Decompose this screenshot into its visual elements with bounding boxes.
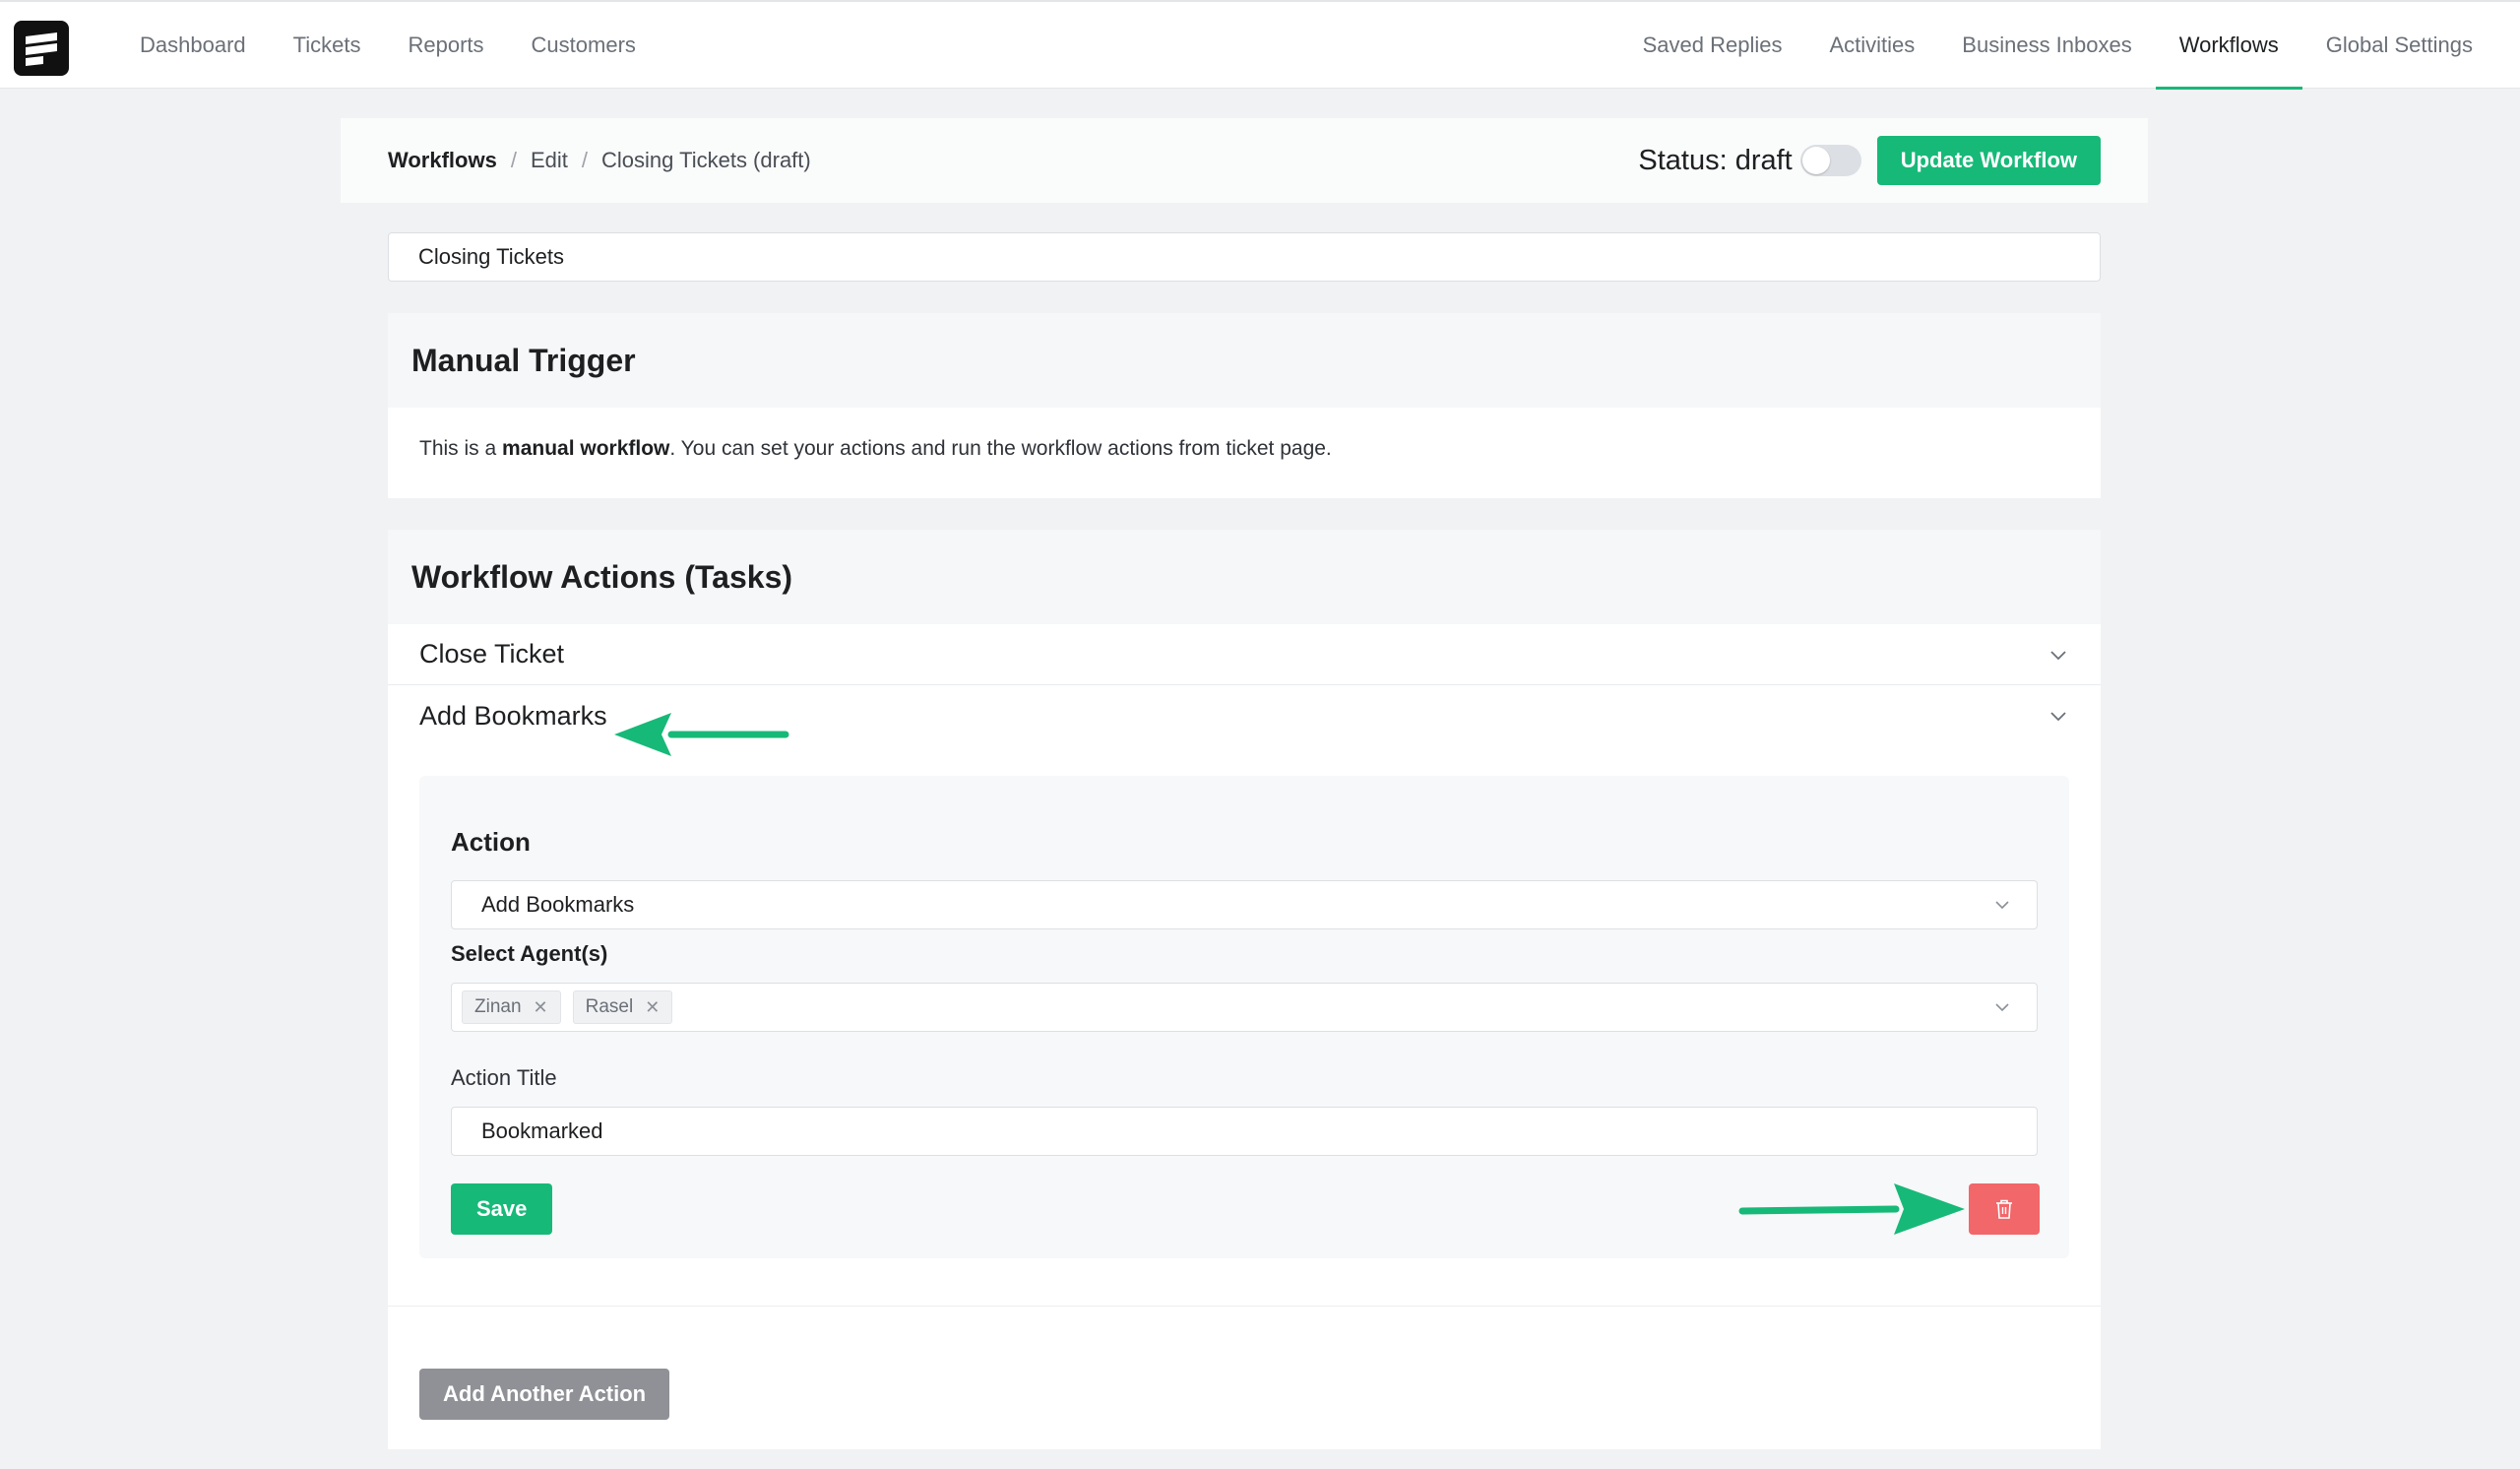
actions-card: Workflow Actions (Tasks) Close Ticket Ad… (388, 530, 2101, 1449)
agent-tag: Rasel ✕ (572, 990, 673, 1024)
chevron-down-icon (2050, 650, 2066, 660)
status-label: Status: draft (1638, 144, 1793, 176)
update-workflow-button[interactable]: Update Workflow (1876, 136, 2101, 185)
action-item-title: Add Bookmarks (419, 700, 607, 731)
top-navigation: Dashboard Tickets Reports Customers Save… (0, 0, 2520, 90)
agent-tag-label: Zinan (474, 996, 522, 1017)
breadcrumb-edit[interactable]: Edit (531, 148, 568, 173)
delete-action-button[interactable] (1969, 1183, 2040, 1235)
header-actions: Status: draft Update Workflow (1638, 136, 2101, 185)
brand-logo-icon[interactable] (14, 21, 69, 76)
action-heading: Action (451, 827, 531, 857)
action-title-label: Action Title (451, 1065, 557, 1090)
save-button[interactable]: Save (451, 1183, 553, 1235)
actions-heading: Workflow Actions (Tasks) (388, 530, 2101, 624)
nav-business-inboxes[interactable]: Business Inboxes (1938, 2, 2155, 89)
nav-workflows[interactable]: Workflows (2155, 2, 2302, 90)
select-agents-label: Select Agent(s) (451, 941, 608, 966)
chevron-down-icon (1995, 901, 2009, 910)
close-icon[interactable]: ✕ (645, 997, 660, 1018)
trigger-card: Manual Trigger This is a manual workflow… (388, 313, 2101, 498)
breadcrumb-separator: / (510, 148, 517, 172)
nav-customers[interactable]: Customers (508, 2, 660, 89)
nav-dashboard[interactable]: Dashboard (140, 2, 270, 89)
section-divider (388, 1306, 2101, 1307)
nav-primary: Dashboard Tickets Reports Customers (140, 2, 660, 89)
action-title-input[interactable] (451, 1107, 2038, 1156)
nav-activities[interactable]: Activities (1806, 2, 1939, 89)
action-editor-panel: Action Add Bookmarks Select Agent(s) Zin… (419, 776, 2069, 1258)
breadcrumb-separator: / (581, 148, 588, 172)
agents-multiselect[interactable]: Zinan ✕ Rasel ✕ (451, 983, 2038, 1032)
nav-saved-replies[interactable]: Saved Replies (1619, 2, 1806, 89)
breadcrumb: Workflows / Edit / Closing Tickets (draf… (388, 148, 811, 173)
trigger-text-end: . You can set your actions and run the w… (669, 437, 1332, 460)
agent-tag: Zinan ✕ (462, 990, 561, 1024)
trash-icon (1996, 1199, 2012, 1219)
nav-secondary: Saved Replies Activities Business Inboxe… (1619, 2, 2496, 90)
status-toggle[interactable] (1799, 145, 1861, 176)
agent-tags: Zinan ✕ Rasel ✕ (462, 990, 684, 1024)
arrow-icon (1738, 1183, 1965, 1235)
page-header: Workflows / Edit / Closing Tickets (draf… (341, 118, 2148, 203)
nav-reports[interactable]: Reports (385, 2, 508, 89)
action-item-close-ticket[interactable]: Close Ticket (388, 624, 2101, 685)
agent-tag-label: Rasel (585, 996, 634, 1017)
breadcrumb-current: Closing Tickets (draft) (601, 148, 811, 172)
nav-tickets[interactable]: Tickets (270, 2, 385, 89)
nav-global-settings[interactable]: Global Settings (2302, 2, 2496, 89)
breadcrumb-workflows[interactable]: Workflows (388, 148, 497, 173)
trigger-text-start: This is a (419, 437, 503, 460)
arrow-icon (614, 713, 789, 756)
action-type-select[interactable]: Add Bookmarks (451, 880, 2038, 929)
action-item-title: Close Ticket (419, 639, 565, 669)
trigger-heading: Manual Trigger (388, 313, 2101, 408)
chevron-down-icon (1995, 1003, 2009, 1012)
trigger-text-bold: manual workflow (502, 437, 670, 460)
add-another-action-button[interactable]: Add Another Action (419, 1369, 670, 1420)
chevron-down-icon (2050, 712, 2066, 722)
trigger-description: This is a manual workflow. You can set y… (388, 408, 2101, 490)
close-icon[interactable]: ✕ (534, 997, 548, 1018)
action-type-value: Add Bookmarks (481, 892, 635, 917)
workflow-title-input[interactable] (388, 232, 2101, 282)
